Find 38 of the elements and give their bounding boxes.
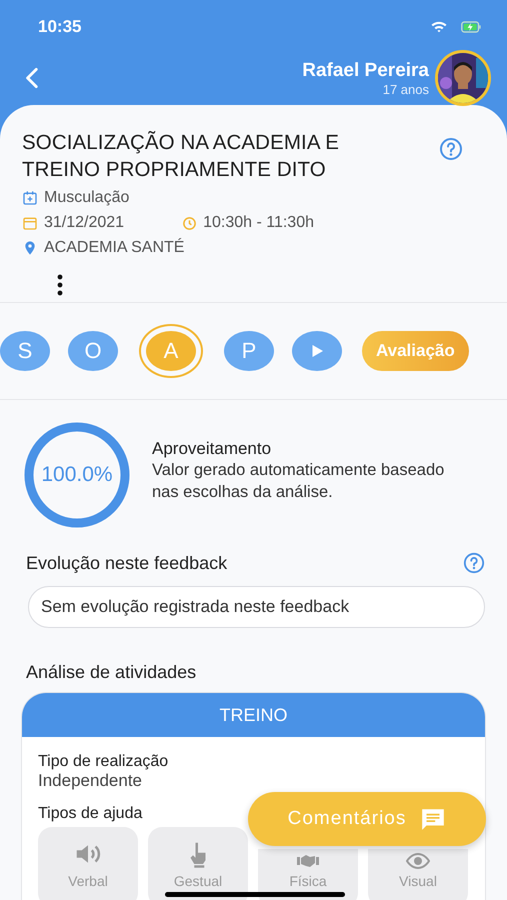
tile-label: Física bbox=[289, 873, 327, 889]
score-description: Valor gerado automaticamente baseado nas escolhas da análise. bbox=[152, 460, 446, 503]
field-value: Independente bbox=[38, 771, 143, 791]
score-title: Aproveitamento bbox=[152, 439, 272, 459]
user-age: 17 anos bbox=[382, 82, 429, 96]
step-button[interactable]: A bbox=[146, 331, 196, 371]
tile-label: Verbal bbox=[68, 873, 108, 889]
user-name: Rafael Pereira bbox=[302, 60, 429, 82]
calendar-plus-icon bbox=[22, 190, 38, 206]
clock-icon bbox=[182, 216, 198, 230]
session-date: 31/12/2021 bbox=[44, 214, 124, 232]
help-icon[interactable] bbox=[463, 552, 485, 574]
step-button[interactable]: O bbox=[68, 331, 118, 371]
tile-label: Visual bbox=[399, 873, 437, 889]
help-type-tile[interactable]: Gestual bbox=[148, 827, 248, 900]
session-category: Musculação bbox=[44, 189, 130, 207]
evaluation-button[interactable]: Avaliação bbox=[362, 331, 469, 371]
session-time: 10:30h - 11:30h bbox=[203, 214, 314, 232]
help-type-tile[interactable]: Verbal bbox=[38, 827, 138, 900]
help-icon[interactable] bbox=[439, 137, 463, 161]
step-button[interactable]: S bbox=[0, 331, 50, 371]
calendar-icon bbox=[22, 215, 38, 231]
field-label: Tipo de realização bbox=[38, 753, 168, 771]
help-type-tile[interactable]: Física bbox=[258, 849, 358, 900]
help-type-tile[interactable]: Visual bbox=[368, 849, 468, 900]
section-title: Análise de atividades bbox=[26, 662, 198, 683]
section-title: Evolução neste feedback bbox=[26, 552, 228, 574]
card-header: TREINO bbox=[22, 693, 485, 737]
session-location: ACADEMIA SANTÉ bbox=[44, 239, 184, 257]
session-title: SOCIALIZAÇÃO NA ACADEMIA E TREINO PROPRIAMENTE DITO bbox=[22, 130, 340, 183]
field-label: Tipos de ajuda bbox=[38, 805, 142, 823]
status-time: 10:35 bbox=[38, 17, 82, 37]
score-value: 100.0% bbox=[40, 462, 114, 488]
evolution-message: Sem evolução registrada neste feedback bbox=[28, 586, 485, 628]
comments-button[interactable]: Comentários bbox=[248, 792, 486, 846]
play-step-button[interactable] bbox=[292, 331, 342, 371]
tile-label: Gestual bbox=[174, 873, 222, 889]
step-button[interactable]: P bbox=[224, 331, 274, 371]
